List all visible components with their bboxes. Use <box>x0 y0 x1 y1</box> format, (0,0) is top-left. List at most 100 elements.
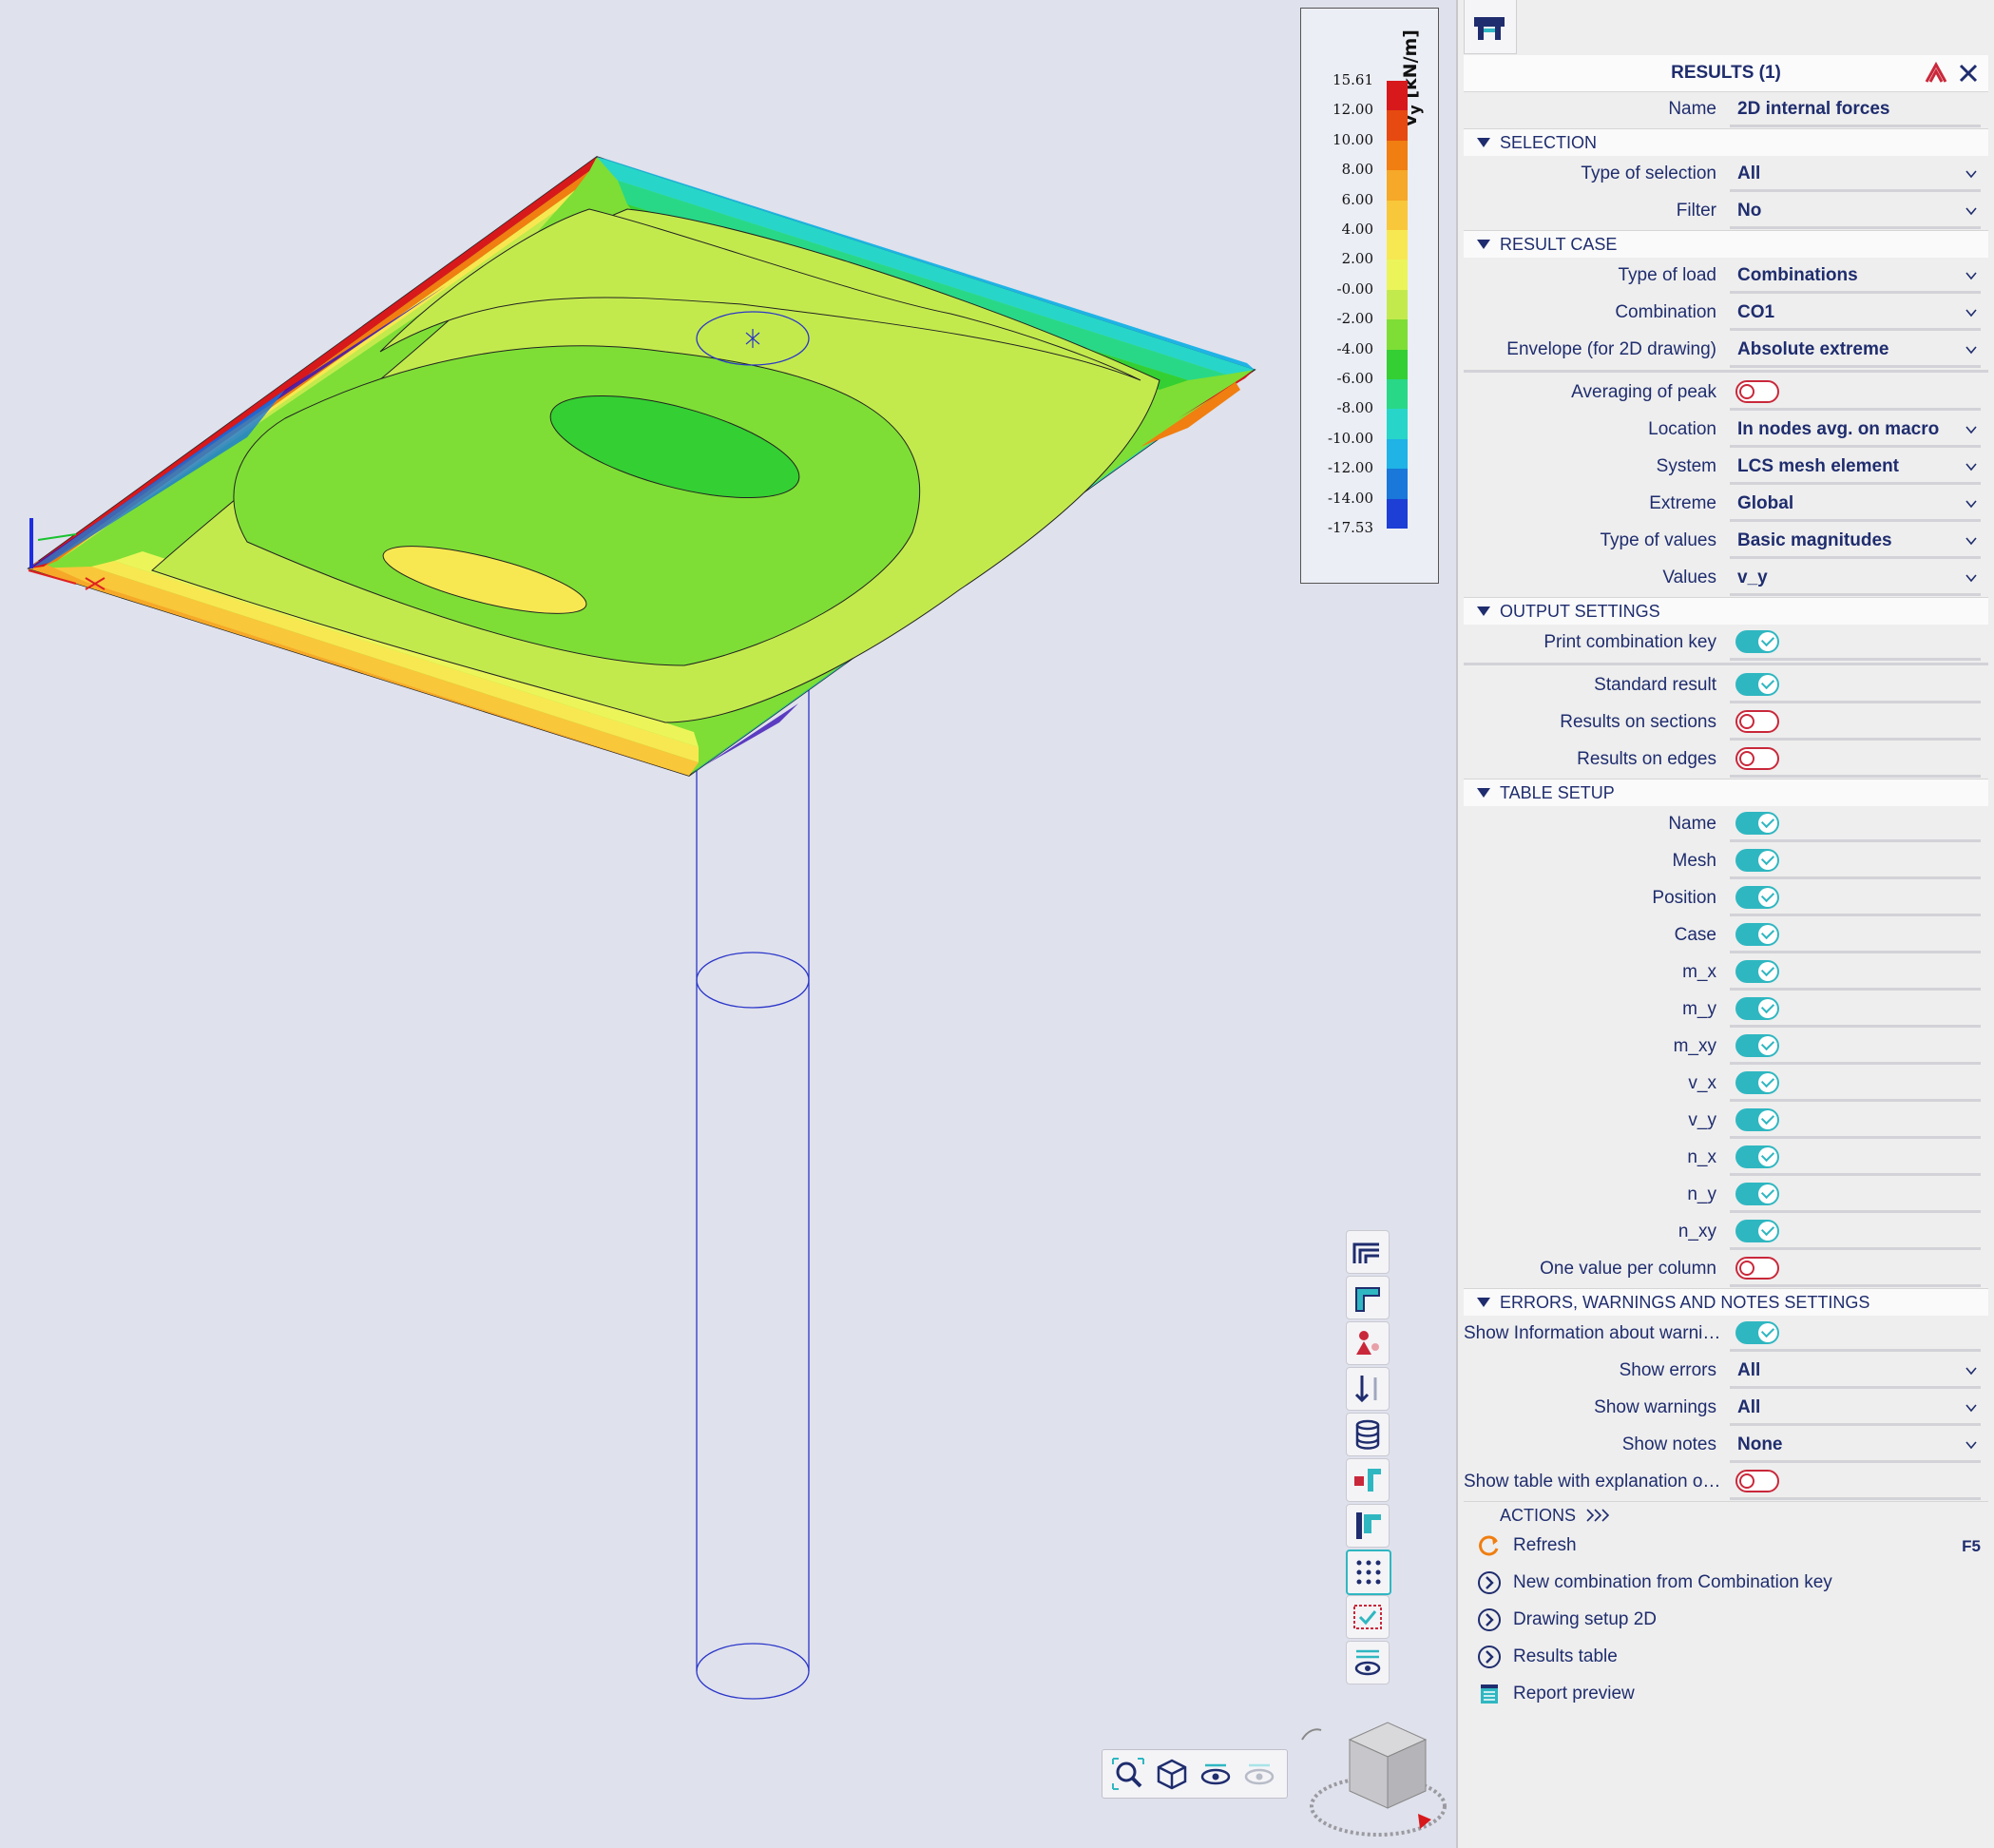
3d-viewport[interactable]: vy [kN/m] 15.61 12.00 10.00 8.00 6.00 4.00 2.0… <box>0 0 1454 1848</box>
collapse-icon[interactable] <box>1922 59 1950 87</box>
toggle-switch[interactable] <box>1735 960 1779 983</box>
toggle-switch[interactable] <box>1735 380 1779 403</box>
table-column-row: m_x <box>1464 954 1988 991</box>
dropdown-value[interactable]: Combinations <box>1730 259 1981 294</box>
toggle-switch[interactable] <box>1735 1257 1779 1280</box>
dropdown-value[interactable]: Global <box>1730 487 1981 522</box>
dropdown-value[interactable]: All <box>1730 1354 1981 1389</box>
section-title: SELECTION <box>1500 133 1598 152</box>
dropdown-value[interactable]: No <box>1730 194 1981 229</box>
show-info-row: Show Information about warni… <box>1464 1316 1988 1352</box>
dropdown-value[interactable]: CO1 <box>1730 296 1981 331</box>
selection-row[interactable]: Type of selection All <box>1464 156 1988 192</box>
section-title: ERRORS, WARNINGS AND NOTES SETTINGS <box>1500 1293 1870 1312</box>
toggle-switch[interactable] <box>1735 812 1779 835</box>
visibility-button[interactable] <box>1346 1641 1390 1684</box>
dropdown-value[interactable]: LCS mesh element <box>1730 450 1981 485</box>
toggle-switch[interactable] <box>1735 923 1779 946</box>
dropdown-value[interactable]: Basic magnitudes <box>1730 524 1981 559</box>
action-5[interactable]: Report preview <box>1464 1676 1988 1712</box>
show-list-row[interactable]: Show notes None <box>1464 1427 1988 1463</box>
eye-hidden-button[interactable] <box>1241 1756 1277 1792</box>
section-button[interactable] <box>1346 1276 1390 1319</box>
section-actions[interactable]: ACTIONS <box>1464 1501 1988 1529</box>
toggle-switch[interactable] <box>1735 710 1779 733</box>
section-table-setup[interactable]: TABLE SETUP <box>1464 779 1988 806</box>
action-4[interactable]: Results table <box>1464 1639 1988 1675</box>
toggle-switch[interactable] <box>1735 1108 1779 1131</box>
toggle-switch[interactable] <box>1735 849 1779 872</box>
toggle-switch[interactable] <box>1735 1470 1779 1492</box>
mesh-points-button[interactable] <box>1346 1550 1391 1595</box>
toggle-switch[interactable] <box>1735 1183 1779 1205</box>
selection-button[interactable] <box>1346 1595 1390 1639</box>
toggle-switch[interactable] <box>1735 1034 1779 1057</box>
section-selection[interactable]: SELECTION <box>1464 128 1988 156</box>
eye-button[interactable] <box>1198 1756 1234 1792</box>
result-param-row[interactable]: Extreme Global <box>1464 486 1988 522</box>
support-button[interactable] <box>1346 1367 1390 1411</box>
legend-swatch <box>1387 110 1408 142</box>
legend-value: -8.00 <box>1336 399 1373 417</box>
load-button[interactable] <box>1346 1321 1390 1365</box>
panel-header: RESULTS (1) <box>1464 55 1988 92</box>
action-label: Report preview <box>1513 1684 1635 1704</box>
dropdown-value[interactable]: All <box>1730 157 1981 192</box>
node-button[interactable] <box>1346 1458 1390 1502</box>
section-errors-warnings[interactable]: ERRORS, WARNINGS AND NOTES SETTINGS <box>1464 1288 1988 1316</box>
toggle-switch[interactable] <box>1735 1071 1779 1094</box>
toggle-switch[interactable] <box>1735 747 1779 770</box>
close-icon[interactable] <box>1954 59 1983 87</box>
legend-swatch <box>1387 170 1408 202</box>
structure-button[interactable] <box>1346 1230 1390 1274</box>
result-param-row[interactable]: System LCS mesh element <box>1464 449 1988 485</box>
section-output-settings[interactable]: OUTPUT SETTINGS <box>1464 597 1988 625</box>
cube-view-button[interactable] <box>1154 1756 1190 1792</box>
toggle-switch[interactable] <box>1735 886 1779 909</box>
field-label: Envelope (for 2D drawing) <box>1506 339 1716 359</box>
result-param-row[interactable]: Values v_y <box>1464 560 1988 596</box>
table-column-row: v_y <box>1464 1103 1988 1139</box>
results-tab[interactable] <box>1464 0 1517 54</box>
legend-value: 15.61 <box>1333 71 1373 88</box>
toggle-switch[interactable] <box>1735 1321 1779 1344</box>
legend-swatch <box>1387 200 1408 231</box>
check-icon <box>1760 675 1775 690</box>
toggle-switch[interactable] <box>1735 630 1779 653</box>
result-case-row[interactable]: Type of load Combinations <box>1464 258 1988 294</box>
selection-row[interactable]: Filter No <box>1464 193 1988 229</box>
field-label: Show notes <box>1621 1434 1716 1454</box>
result-param-row[interactable]: Location In nodes avg. on macro <box>1464 412 1988 448</box>
toggle-switch[interactable] <box>1735 673 1779 696</box>
action-2[interactable]: New combination from Combination key <box>1464 1565 1988 1601</box>
eye-icon <box>1200 1763 1231 1785</box>
navigation-cube[interactable] <box>1293 1702 1454 1844</box>
print-key-row: Print combination key <box>1464 625 1988 661</box>
show-list-row[interactable]: Show errors All <box>1464 1353 1988 1389</box>
zoom-button[interactable] <box>1110 1756 1146 1792</box>
toggle-switch[interactable] <box>1735 1145 1779 1168</box>
name-value[interactable]: 2D internal forces <box>1730 92 1981 127</box>
toggle-switch[interactable] <box>1735 997 1779 1020</box>
field-label: m_xy <box>1673 1036 1716 1056</box>
dropdown-value[interactable]: Absolute extreme <box>1730 333 1981 368</box>
field-label: v_y <box>1688 1110 1716 1130</box>
result-case-row[interactable]: Envelope (for 2D drawing) Absolute extrem… <box>1464 332 1988 368</box>
dropdown-value[interactable]: In nodes avg. on macro <box>1730 413 1981 448</box>
member-button[interactable] <box>1346 1504 1390 1548</box>
dropdown-value[interactable]: All <box>1730 1391 1981 1426</box>
toggle-switch[interactable] <box>1735 1220 1779 1242</box>
panel-title: RESULTS (1) <box>1671 63 1781 83</box>
dropdown-value[interactable]: None <box>1730 1428 1981 1463</box>
show-list-row[interactable]: Show warnings All <box>1464 1390 1988 1426</box>
result-case-row[interactable]: Combination CO1 <box>1464 295 1988 331</box>
database-button[interactable] <box>1346 1413 1390 1456</box>
action-1[interactable]: Refresh F5 <box>1464 1528 1988 1564</box>
action-3[interactable]: Drawing setup 2D <box>1464 1602 1988 1638</box>
legend-value: 8.00 <box>1341 161 1373 179</box>
section-result-case[interactable]: RESULT CASE <box>1464 230 1988 258</box>
chevron-down-icon <box>1965 309 1977 318</box>
dropdown-value[interactable]: v_y <box>1730 561 1981 596</box>
load-icon <box>1356 1331 1379 1355</box>
result-param-row[interactable]: Type of values Basic magnitudes <box>1464 523 1988 559</box>
